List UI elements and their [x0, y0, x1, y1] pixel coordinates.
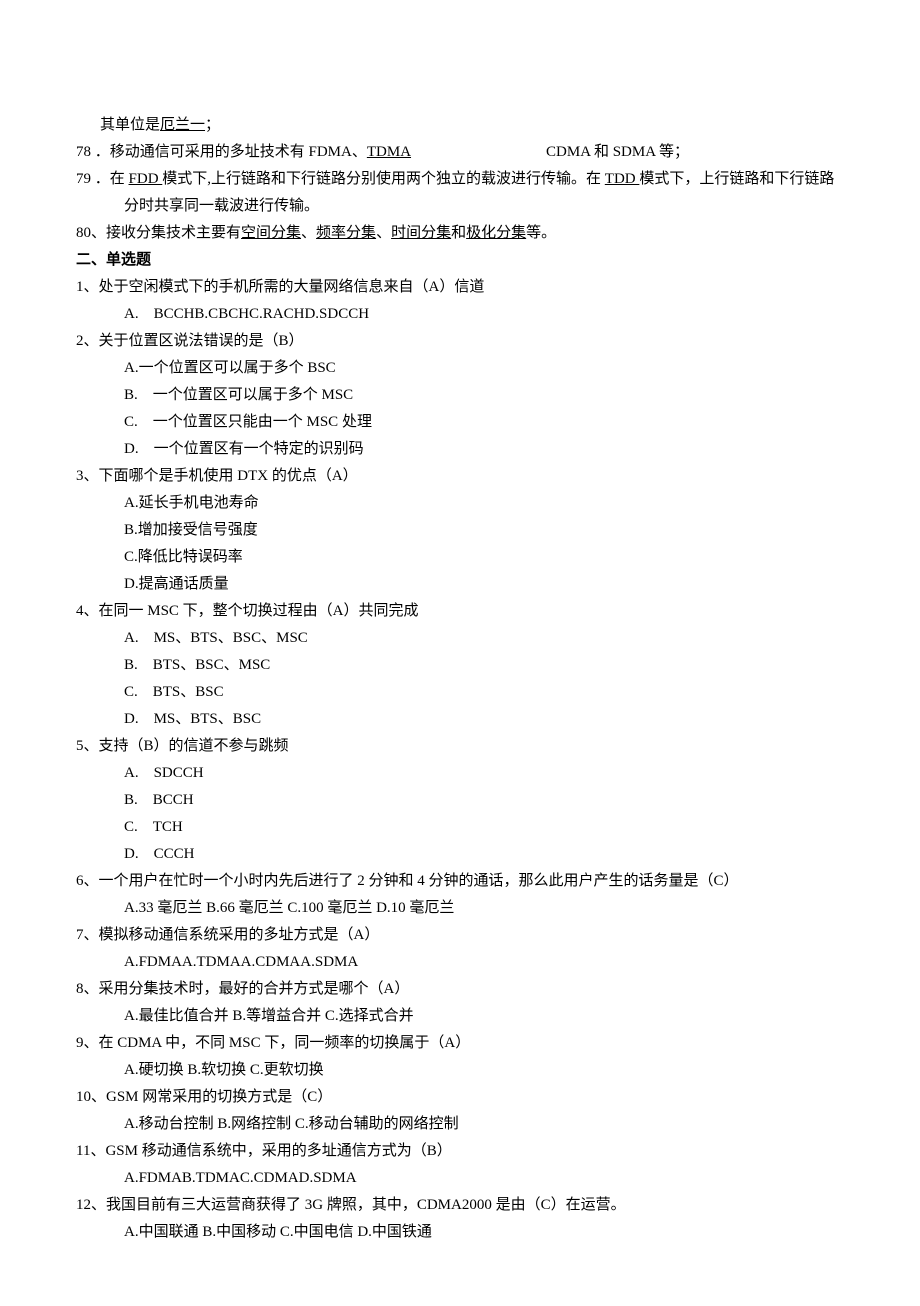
question-9-options: A.硬切换 B.软切换 C.更软切换	[76, 1057, 844, 1084]
question-12-options: A.中国联通 B.中国移动 C.中国电信 D.中国铁通	[76, 1219, 844, 1246]
fill-line-77-cont: 其单位是厄兰一；	[76, 112, 844, 139]
text: 模式下，上行链路和下行链路	[639, 171, 834, 187]
question-4-option-b: B. BTS、BSC、MSC	[76, 652, 844, 679]
fill-line-80: 80、接收分集技术主要有空间分集、频率分集、时间分集和极化分集等。	[76, 220, 844, 247]
question-7-options: A.FDMAA.TDMAA.CDMAA.SDMA	[76, 949, 844, 976]
question-4-option-a: A. MS、BTS、BSC、MSC	[76, 625, 844, 652]
question-8-options: A.最佳比值合并 B.等增益合并 C.选择式合并	[76, 1003, 844, 1030]
question-2-option-d: D. 一个位置区有一个特定的识别码	[76, 436, 844, 463]
section-heading-2: 二、单选题	[76, 247, 844, 274]
question-5-option-d: D. CCCH	[76, 841, 844, 868]
question-9-stem: 9、在 CDMA 中，不同 MSC 下，同一频率的切换属于（A）	[76, 1030, 844, 1057]
question-3-option-a: A.延长手机电池寿命	[76, 490, 844, 517]
question-5-option-c: C. TCH	[76, 814, 844, 841]
question-5-stem: 5、支持（B）的信道不参与跳频	[76, 733, 844, 760]
document-page: 其单位是厄兰一； 78 ．移动通信可采用的多址技术有 FDMA、TDMA CDMA…	[0, 0, 920, 1306]
question-1-stem: 1、处于空闲模式下的手机所需的大量网络信息来自（A）信道	[76, 274, 844, 301]
blank-answer: 时间分集	[391, 225, 451, 241]
question-3-option-d: D.提高通话质量	[76, 571, 844, 598]
question-3-stem: 3、下面哪个是手机使用 DTX 的优点（A）	[76, 463, 844, 490]
item-number: 79	[76, 171, 91, 187]
question-8-stem: 8、采用分集技术时，最好的合并方式是哪个（A）	[76, 976, 844, 1003]
blank-answer: 频率分集	[316, 225, 376, 241]
question-3-option-c: C.降低比特误码率	[76, 544, 844, 571]
text: 模式下,上行链路和下行链路分别使用两个独立的载波进行传输。在	[162, 171, 605, 187]
text: 分时共享同一载波进行传输。	[124, 198, 319, 214]
question-4-stem: 4、在同一 MSC 下，整个切换过程由（A）共同完成	[76, 598, 844, 625]
question-2-stem: 2、关于位置区说法错误的是（B）	[76, 328, 844, 355]
question-10-stem: 10、GSM 网常采用的切换方式是（C）	[76, 1084, 844, 1111]
text: 、	[376, 225, 391, 241]
fill-line-79-cont: 分时共享同一载波进行传输。	[76, 193, 844, 220]
text: ．在	[91, 171, 129, 187]
text: ．移动通信可采用的多址技术有 FDMA、	[91, 144, 367, 160]
question-6-stem: 6、一个用户在忙时一个小时内先后进行了 2 分钟和 4 分钟的通话，那么此用户产…	[76, 868, 844, 895]
blank-answer: TDD	[605, 171, 640, 187]
question-5-option-b: B. BCCH	[76, 787, 844, 814]
text: 80、接收分集技术主要有	[76, 225, 241, 241]
question-4-option-c: C. BTS、BSC	[76, 679, 844, 706]
question-2-option-b: B. 一个位置区可以属于多个 MSC	[76, 382, 844, 409]
question-10-options: A.移动台控制 B.网络控制 C.移动台辅助的网络控制	[76, 1111, 844, 1138]
question-2-option-a: A.一个位置区可以属于多个 BSC	[76, 355, 844, 382]
blank-answer: FDD	[129, 171, 163, 187]
question-12-stem: 12、我国目前有三大运营商获得了 3G 牌照，其中，CDMA2000 是由（C）…	[76, 1192, 844, 1219]
question-3-option-b: B.增加接受信号强度	[76, 517, 844, 544]
question-7-stem: 7、模拟移动通信系统采用的多址方式是（A）	[76, 922, 844, 949]
question-11-stem: 11、GSM 移动通信系统中，采用的多址通信方式为（B）	[76, 1138, 844, 1165]
item-number: 78	[76, 144, 91, 160]
blank-answer: 极化分集	[466, 225, 526, 241]
question-4-option-d: D. MS、BTS、BSC	[76, 706, 844, 733]
text: 其单位是	[100, 117, 160, 133]
text: ；	[205, 117, 220, 133]
text: 等。	[526, 225, 556, 241]
blank-answer: TDMA	[367, 144, 411, 160]
blank-answer: 空间分集	[241, 225, 301, 241]
text: 、	[301, 225, 316, 241]
fill-line-79: 79 ．在 FDD 模式下,上行链路和下行链路分别使用两个独立的载波进行传输。在…	[76, 166, 844, 193]
question-11-options: A.FDMAB.TDMAC.CDMAD.SDMA	[76, 1165, 844, 1192]
question-5-option-a: A. SDCCH	[76, 760, 844, 787]
text: 和	[451, 225, 466, 241]
question-6-options: A.33 毫厄兰 B.66 毫厄兰 C.100 毫厄兰 D.10 毫厄兰	[76, 895, 844, 922]
text: CDMA 和 SDMA 等；	[546, 144, 689, 160]
question-1-options: A. BCCHB.CBCHC.RACHD.SDCCH	[76, 301, 844, 328]
question-2-option-c: C. 一个位置区只能由一个 MSC 处理	[76, 409, 844, 436]
blank-answer: 厄兰一	[160, 117, 205, 133]
fill-line-78: 78 ．移动通信可采用的多址技术有 FDMA、TDMA CDMA 和 SDMA 等…	[76, 139, 844, 166]
